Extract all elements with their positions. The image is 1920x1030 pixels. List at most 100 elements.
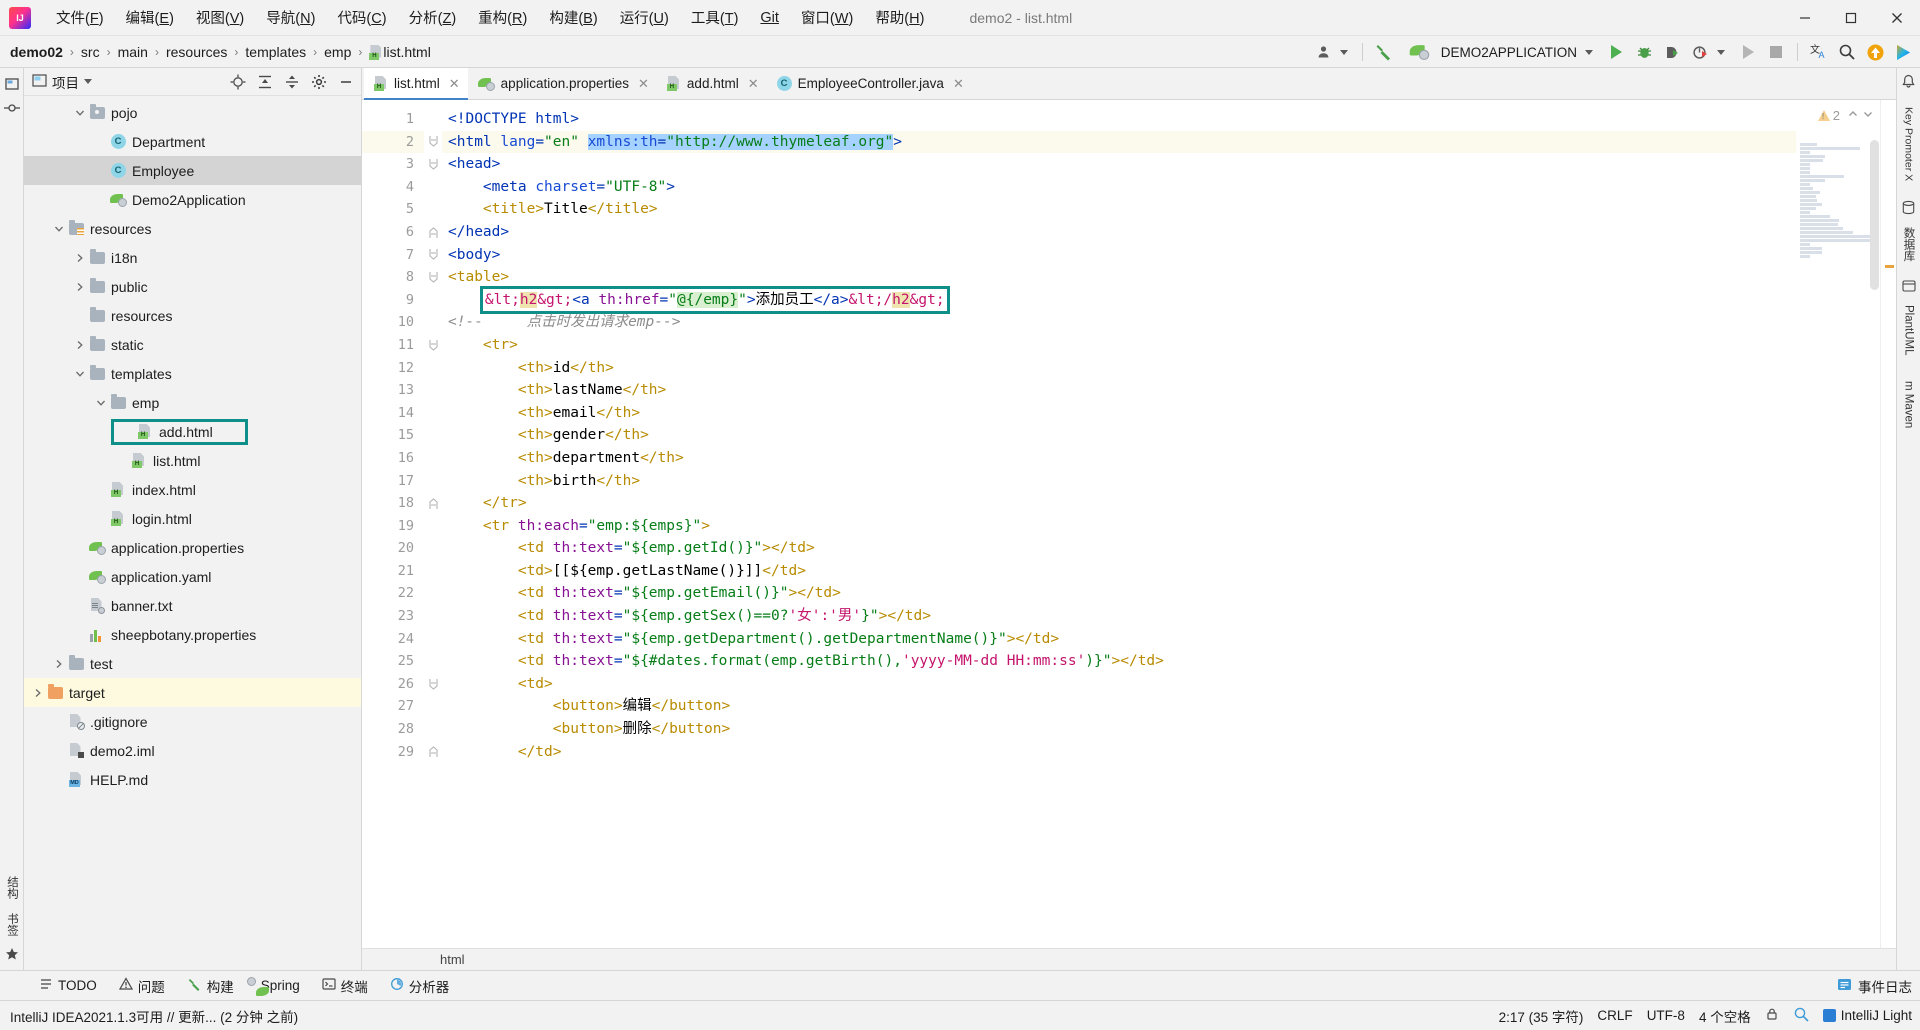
tool-window-构建[interactable]: 构建 <box>178 973 243 999</box>
fold-marker[interactable] <box>424 266 442 289</box>
close-icon[interactable]: ✕ <box>449 76 460 92</box>
code-line[interactable]: <tr> <box>442 334 1796 357</box>
expand-all-icon[interactable] <box>254 71 276 93</box>
inspection-widget[interactable]: 2 <box>1811 100 1880 130</box>
line-separator[interactable]: CRLF <box>1597 1008 1632 1023</box>
code-line[interactable]: <th>id</th> <box>442 357 1796 380</box>
tree-node-resources[interactable]: resources <box>24 214 361 243</box>
code-line[interactable]: <td th:text="${#dates.format(emp.getBirt… <box>442 650 1796 673</box>
code-line[interactable]: <button>编辑</button> <box>442 695 1796 718</box>
breadcrumb-item-src[interactable]: src <box>81 44 100 60</box>
code-line[interactable]: <td> <box>442 673 1796 696</box>
rerun-icon[interactable] <box>1735 39 1761 65</box>
project-panel-caret-icon[interactable] <box>84 79 92 84</box>
code-line[interactable]: </td> <box>442 741 1796 764</box>
code-line[interactable]: <td>[[${emp.getLastName()}]]</td> <box>442 560 1796 583</box>
profile-caret-icon[interactable] <box>1717 49 1725 55</box>
maximize-button[interactable] <box>1828 0 1874 36</box>
code-line[interactable]: <table> <box>442 266 1796 289</box>
menu-run[interactable]: 运行(U) <box>609 3 680 32</box>
project-rail-icon[interactable] <box>4 76 20 92</box>
tree-node-public[interactable]: public <box>24 272 361 301</box>
tree-twisty[interactable] <box>72 340 88 350</box>
code-line[interactable]: &lt;h2&gt;<a th:href="@{/emp}">添加员工</a>&… <box>442 285 1796 315</box>
tool-window-问题[interactable]: 问题 <box>110 973 174 999</box>
code-line[interactable]: <tr th:each="emp:${emps}"> <box>442 515 1796 538</box>
notifications-icon[interactable] <box>1901 74 1916 92</box>
event-log-button[interactable]: 事件日志 <box>1837 976 1912 996</box>
editor-vertical-scrollbar[interactable] <box>1870 140 1879 290</box>
code-content[interactable]: <!DOCTYPE html> <html lang="en" xmlns:th=… <box>442 100 1796 948</box>
tree-twisty[interactable] <box>72 282 88 292</box>
breadcrumb-item-resources[interactable]: resources <box>166 44 227 60</box>
tool-window-终端[interactable]: 终端 <box>313 973 377 999</box>
tree-node-pojo[interactable]: pojo <box>24 98 361 127</box>
tree-node-i18n[interactable]: i18n <box>24 243 361 272</box>
lock-icon[interactable] <box>1765 1007 1779 1024</box>
tree-node-demo2-iml[interactable]: demo2.iml <box>24 736 361 765</box>
run-icon[interactable] <box>1603 39 1629 65</box>
code-line[interactable]: <td th:text="${emp.getId()}"></td> <box>442 537 1796 560</box>
menu-file[interactable]: 文件(F) <box>45 3 115 32</box>
fold-marker[interactable] <box>424 153 442 176</box>
tree-node-emp[interactable]: emp <box>24 388 361 417</box>
run-config-caret-icon[interactable] <box>1585 49 1593 55</box>
tree-node-HELP-md[interactable]: MD HELP.md <box>24 765 361 794</box>
editor-tab-application-properties[interactable]: application.properties ✕ <box>468 68 657 99</box>
code-line[interactable]: <button>删除</button> <box>442 718 1796 741</box>
editor-tab-list-html[interactable]: Hlist.html ✕ <box>364 68 468 100</box>
settings-icon[interactable] <box>308 71 330 93</box>
menu-tools[interactable]: 工具(T) <box>680 3 750 32</box>
breadcrumb-item-emp[interactable]: emp <box>324 44 351 60</box>
run-with-coverage-icon[interactable] <box>1659 39 1685 65</box>
tree-node-list-html[interactable]: Hlist.html <box>24 446 361 475</box>
code-line[interactable]: <title>Title</title> <box>442 198 1796 221</box>
menu-refactor[interactable]: 重构(R) <box>467 3 538 32</box>
code-folding-column[interactable] <box>424 100 442 948</box>
tree-node-application-properties[interactable]: application.properties <box>24 533 361 562</box>
theme-switcher[interactable]: IntelliJ Light <box>1822 1008 1912 1023</box>
tree-node-sheepbotany-properties[interactable]: sheepbotany.properties <box>24 620 361 649</box>
tree-node-static[interactable]: static <box>24 330 361 359</box>
code-line[interactable]: <td th:text="${emp.getDepartment().getDe… <box>442 628 1796 651</box>
tree-node-Department[interactable]: C Department <box>24 127 361 156</box>
code-line[interactable]: <th>birth</th> <box>442 470 1796 493</box>
tree-node--gitignore[interactable]: .gitignore <box>24 707 361 736</box>
tree-twisty[interactable] <box>51 224 67 234</box>
collapse-all-icon[interactable] <box>281 71 303 93</box>
tree-node-templates[interactable]: templates <box>24 359 361 388</box>
tree-node-Employee[interactable]: C Employee <box>24 156 361 185</box>
code-line[interactable]: <th>email</th> <box>442 402 1796 425</box>
tree-node-resources[interactable]: resources <box>24 301 361 330</box>
debug-icon[interactable] <box>1631 39 1657 65</box>
code-line[interactable]: <th>gender</th> <box>442 424 1796 447</box>
tool-window-Spring[interactable]: Spring <box>246 975 309 996</box>
menu-view[interactable]: 视图(V) <box>185 3 255 32</box>
breadcrumb-item-demo02[interactable]: demo02 <box>10 44 63 60</box>
code-line[interactable]: <meta charset="UTF-8"> <box>442 176 1796 199</box>
indent-setting[interactable]: 4 个空格 <box>1699 1006 1751 1026</box>
rail-label-plantuml[interactable]: PlantUML <box>1903 302 1915 359</box>
code-editor[interactable]: 1 2 3 4 5 6 7 8 9 10 11 12 13 14 15 16 17 18 19 20 21 22 23 24 2… <box>362 100 1896 948</box>
code-line[interactable]: </tr> <box>442 492 1796 515</box>
fold-marker[interactable] <box>424 131 442 154</box>
tool-window-TODO[interactable]: TODO <box>30 974 106 997</box>
tree-node-application-yaml[interactable]: application.yaml <box>24 562 361 591</box>
user-dropdown-caret-icon[interactable] <box>1339 49 1348 55</box>
fold-marker[interactable] <box>424 673 442 696</box>
menu-code[interactable]: 代码(C) <box>326 3 397 32</box>
editor-tab-EmployeeController-java[interactable]: C EmployeeController.java ✕ <box>767 68 972 99</box>
inspection-icon[interactable] <box>1793 1006 1809 1025</box>
code-line[interactable]: <body> <box>442 244 1796 267</box>
fold-marker[interactable] <box>424 492 442 515</box>
menu-analyze[interactable]: 分析(Z) <box>398 3 468 32</box>
close-icon[interactable]: ✕ <box>953 76 964 92</box>
code-line[interactable]: <td th:text="${emp.getSex()==0?'女':'男'}"… <box>442 605 1796 628</box>
editor-minimap[interactable]: 2 <box>1796 100 1880 948</box>
tree-node-index-html[interactable]: Hindex.html <box>24 475 361 504</box>
update-project-icon[interactable] <box>1862 39 1888 65</box>
hide-panel-icon[interactable] <box>335 71 357 93</box>
caret-position[interactable]: 2:17 (35 字符) <box>1499 1006 1584 1026</box>
fold-marker[interactable] <box>424 221 442 244</box>
tree-twisty[interactable] <box>30 688 46 698</box>
